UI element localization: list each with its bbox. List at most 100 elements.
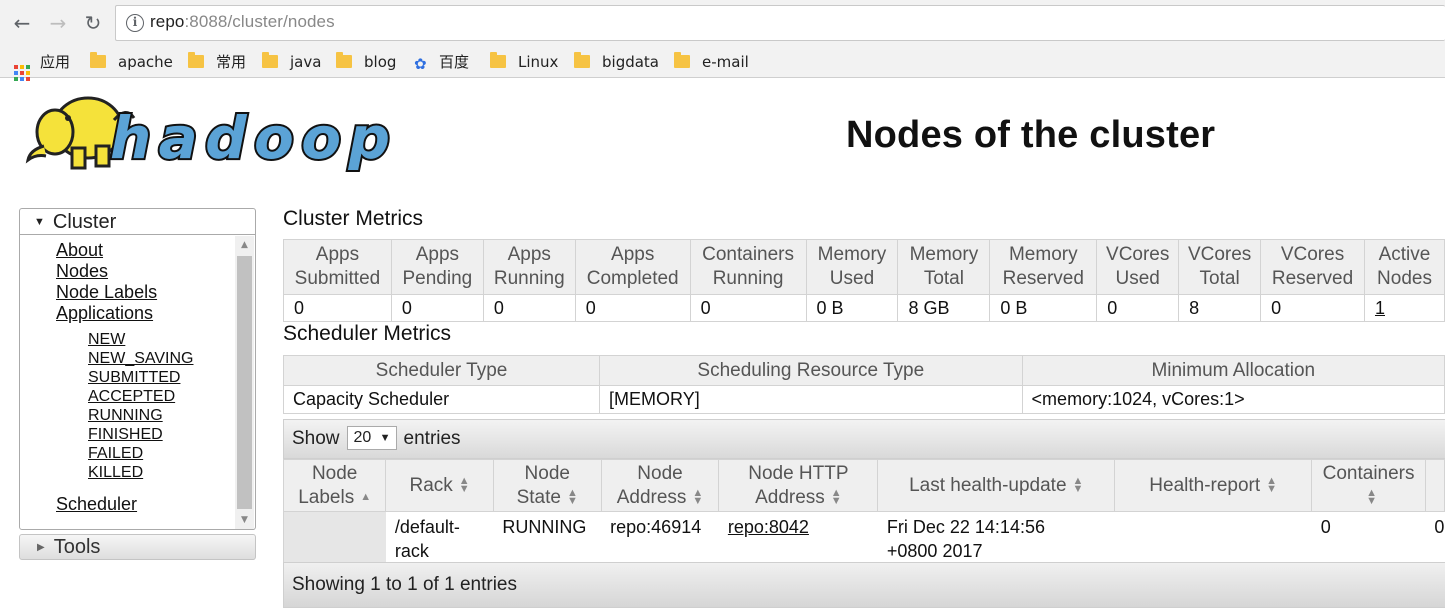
- metric-apps-running: 0: [482, 294, 576, 322]
- scroll-up-icon[interactable]: ▲: [235, 236, 254, 254]
- hadoop-logo[interactable]: hadoop: [22, 88, 397, 184]
- col-node-state[interactable]: Node State ▲ ▼: [492, 459, 602, 512]
- cell-node-http-address: repo:8042: [719, 512, 878, 564]
- link-applications[interactable]: Applications: [56, 303, 157, 324]
- folder-icon: [90, 52, 106, 68]
- sort-both-icon: ▲ ▼: [566, 487, 578, 508]
- col-node-address[interactable]: Node Address ▲ ▼: [600, 459, 720, 512]
- logo-wordmark: hadoop: [110, 104, 390, 172]
- cluster-accordion-header[interactable]: ▼ Cluster: [20, 209, 255, 235]
- metrics-header: VCores Used: [1096, 239, 1180, 295]
- folder-icon: [336, 52, 352, 68]
- link-node-labels[interactable]: Node Labels: [56, 282, 157, 303]
- metrics-header: Memory Used: [805, 239, 899, 295]
- cell-overflow: 0: [1434, 517, 1445, 537]
- metrics-value-row: 0 0 0 0 0 0 B 8 GB 0 B 0 8 0 1: [283, 294, 1445, 322]
- metrics-header: VCores Total: [1178, 239, 1262, 295]
- metric-containers-running: 0: [689, 294, 807, 322]
- cluster-links: About Nodes Node Labels Applications: [56, 240, 157, 324]
- sidebar-scrollbar[interactable]: ▲ ▼: [235, 236, 254, 529]
- link-app-finished[interactable]: FINISHED: [88, 425, 194, 444]
- bookmark-label: blog: [364, 53, 397, 71]
- cell-node-state: RUNNING: [502, 517, 587, 537]
- col-last-health-update[interactable]: Last health-update ▲ ▼: [877, 459, 1116, 512]
- scheduler-header: Minimum Allocation: [1021, 355, 1445, 386]
- metric-vcores-used: 0: [1096, 294, 1180, 322]
- url-text[interactable]: repo:8088/cluster/nodes: [150, 12, 335, 32]
- bookmark-bigdata[interactable]: bigdata: [574, 51, 659, 73]
- col-node-labels[interactable]: Node Labels ▲: [282, 459, 387, 512]
- scheduler-type: Capacity Scheduler: [282, 385, 601, 414]
- col-rack[interactable]: Rack ▲ ▼: [385, 459, 494, 512]
- metric-memory-total: 8 GB: [897, 294, 991, 322]
- folder-icon: [490, 52, 506, 68]
- link-about[interactable]: About: [56, 240, 157, 261]
- bookmark-apache[interactable]: apache: [90, 51, 173, 73]
- tools-accordion-header[interactable]: ▶ Tools: [19, 534, 256, 560]
- link-app-running[interactable]: RUNNING: [88, 406, 194, 425]
- metrics-header: Apps Completed: [574, 239, 691, 295]
- scroll-thumb[interactable]: [237, 256, 252, 509]
- metrics-header: Active Nodes: [1363, 239, 1445, 295]
- link-app-failed[interactable]: FAILED: [88, 444, 194, 463]
- bookmark-email[interactable]: e-mail: [674, 51, 749, 73]
- bookmark-java[interactable]: java: [262, 51, 321, 73]
- link-nodes[interactable]: Nodes: [56, 261, 157, 282]
- sort-both-icon: ▲ ▼: [1072, 475, 1084, 496]
- link-app-accepted[interactable]: ACCEPTED: [88, 387, 194, 406]
- bookmark-linux[interactable]: Linux: [490, 51, 558, 73]
- cell-rack: /default-rack: [394, 517, 460, 561]
- sort-asc-icon: ▲: [360, 491, 372, 504]
- scheduler-header: Scheduler Type: [282, 355, 601, 386]
- col-overflow: [1424, 459, 1445, 512]
- info-icon[interactable]: i: [126, 14, 144, 32]
- folder-icon: [188, 52, 204, 68]
- bookmark-apps[interactable]: 应用: [14, 51, 70, 81]
- metric-apps-pending: 0: [390, 294, 484, 322]
- metric-vcores-total: 8: [1178, 294, 1262, 322]
- metrics-header-row: Apps Submitted Apps Pending Apps Running Ap…: [283, 239, 1445, 295]
- forward-arrow-icon[interactable]: →: [46, 11, 70, 35]
- baidu-paw-icon: ✿: [414, 55, 427, 73]
- url-path: :8088/cluster/nodes: [184, 12, 335, 31]
- bookmark-baidu[interactable]: ✿ 百度: [414, 51, 469, 73]
- metrics-header: Apps Running: [482, 239, 576, 295]
- col-node-http-address[interactable]: Node HTTP Address ▲ ▼: [718, 459, 879, 512]
- reload-icon[interactable]: ↻: [81, 11, 105, 35]
- minimum-allocation: <memory:1024, vCores:1>: [1021, 385, 1445, 414]
- bookmark-label: Linux: [518, 53, 559, 71]
- bookmarks-bar: 应用 apache 常用 java blog ✿ 百度 Linux bigdata…: [0, 46, 1445, 81]
- sort-both-icon: ▲ ▼: [1366, 487, 1378, 508]
- datatable-toolbar: Show 20 ▼ entries: [283, 419, 1445, 459]
- sort-both-icon: ▲ ▼: [692, 487, 704, 508]
- node-http-link[interactable]: repo:8042: [728, 517, 809, 537]
- app-state-links: NEW NEW_SAVING SUBMITTED ACCEPTED RUNNIN…: [88, 330, 194, 482]
- cell-containers: 0: [1320, 517, 1331, 537]
- bookmark-blog[interactable]: blog: [336, 51, 396, 73]
- bookmark-label: java: [290, 53, 322, 71]
- show-label: Show: [292, 428, 340, 449]
- link-scheduler[interactable]: Scheduler: [56, 494, 137, 515]
- link-app-killed[interactable]: KILLED: [88, 463, 194, 482]
- metric-active-nodes: 1: [1363, 294, 1445, 322]
- metrics-header: Apps Pending: [390, 239, 484, 295]
- tools-label: Tools: [53, 536, 101, 558]
- col-containers[interactable]: Containers ▲ ▼: [1311, 459, 1426, 512]
- link-app-submitted[interactable]: SUBMITTED: [88, 368, 194, 387]
- link-app-new-saving[interactable]: NEW_SAVING: [88, 349, 194, 368]
- col-health-report[interactable]: Health-report ▲ ▼: [1114, 459, 1313, 512]
- bookmark-common[interactable]: 常用: [188, 51, 246, 73]
- scheduler-header: Scheduling Resource Type: [599, 355, 1023, 386]
- bookmark-label: apache: [118, 53, 173, 71]
- back-arrow-icon[interactable]: ←: [10, 11, 34, 35]
- metrics-header: Memory Total: [897, 239, 991, 295]
- active-nodes-link[interactable]: 1: [1375, 298, 1385, 318]
- bookmark-label: 常用: [216, 53, 247, 71]
- metrics-header: Memory Reserved: [989, 239, 1098, 295]
- address-bar[interactable]: i repo:8088/cluster/nodes: [115, 5, 1445, 41]
- link-app-new[interactable]: NEW: [88, 330, 194, 349]
- scheduler-metrics-table: Scheduler Type Scheduling Resource Type …: [282, 355, 1445, 414]
- scroll-down-icon[interactable]: ▼: [235, 511, 254, 529]
- page-size-select[interactable]: 20 ▼: [346, 426, 397, 450]
- scheduler-metrics-title: Scheduler Metrics: [283, 322, 452, 345]
